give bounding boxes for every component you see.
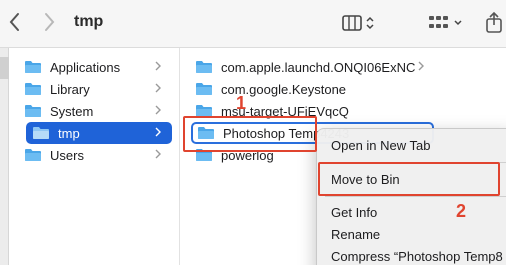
item-label: Users (50, 147, 84, 163)
annotation-box-2 (318, 162, 500, 196)
list-item[interactable]: Library (24, 78, 172, 100)
item-label: tmp (58, 125, 80, 141)
list-item[interactable]: System (24, 100, 172, 122)
sidebar-edge (0, 48, 9, 265)
item-label: System (50, 103, 94, 119)
folder-icon (25, 61, 41, 73)
list-item[interactable]: Users (24, 144, 172, 166)
chevron-right-icon (155, 127, 161, 137)
sidebar-selection-marker (0, 57, 9, 79)
annotation-label-1: 1 (236, 93, 247, 113)
window-toolbar: tmp (0, 0, 506, 48)
menu-item-get-info[interactable]: Get Info (317, 202, 506, 224)
forward-chevron-icon[interactable] (40, 10, 58, 34)
menu-item-open-in-new-tab[interactable]: Open in New Tab (317, 135, 506, 157)
chevron-right-icon (418, 61, 424, 71)
column-root: Applications Library System tmp Users (10, 48, 180, 265)
folder-icon (33, 127, 49, 139)
folder-icon (25, 149, 41, 161)
list-item[interactable]: Applications (24, 56, 172, 78)
chevron-right-icon (155, 105, 161, 115)
chevron-right-icon (155, 61, 161, 71)
context-menu: Open in New Tab Move to Bin Get Info Ren… (316, 128, 506, 265)
share-icon[interactable] (484, 10, 504, 34)
list-item-selected[interactable]: tmp (26, 122, 172, 144)
menu-item-compress[interactable]: Compress “Photoshop Temp8 (317, 246, 506, 265)
chevron-right-icon (155, 149, 161, 159)
menu-separator (325, 196, 506, 197)
group-by-icon[interactable] (428, 13, 466, 33)
annotation-box-1 (183, 116, 317, 152)
menu-item-rename[interactable]: Rename (317, 224, 506, 246)
folder-icon (25, 83, 41, 95)
item-label: com.apple.launchd.ONQI06ExNC (221, 59, 416, 75)
back-chevron-icon[interactable] (6, 10, 24, 34)
item-label: Library (50, 81, 90, 97)
list-item[interactable]: com.apple.launchd.ONQI06ExNC (195, 56, 435, 78)
window-title: tmp (74, 13, 104, 30)
folder-icon (196, 83, 212, 95)
list-item[interactable]: com.google.Keystone (195, 78, 435, 100)
chevron-right-icon (155, 83, 161, 93)
folder-icon (25, 105, 41, 117)
annotation-label-2: 2 (456, 201, 467, 221)
item-label: Applications (50, 59, 121, 75)
column-view-icon[interactable] (342, 13, 378, 33)
folder-icon (196, 61, 212, 73)
